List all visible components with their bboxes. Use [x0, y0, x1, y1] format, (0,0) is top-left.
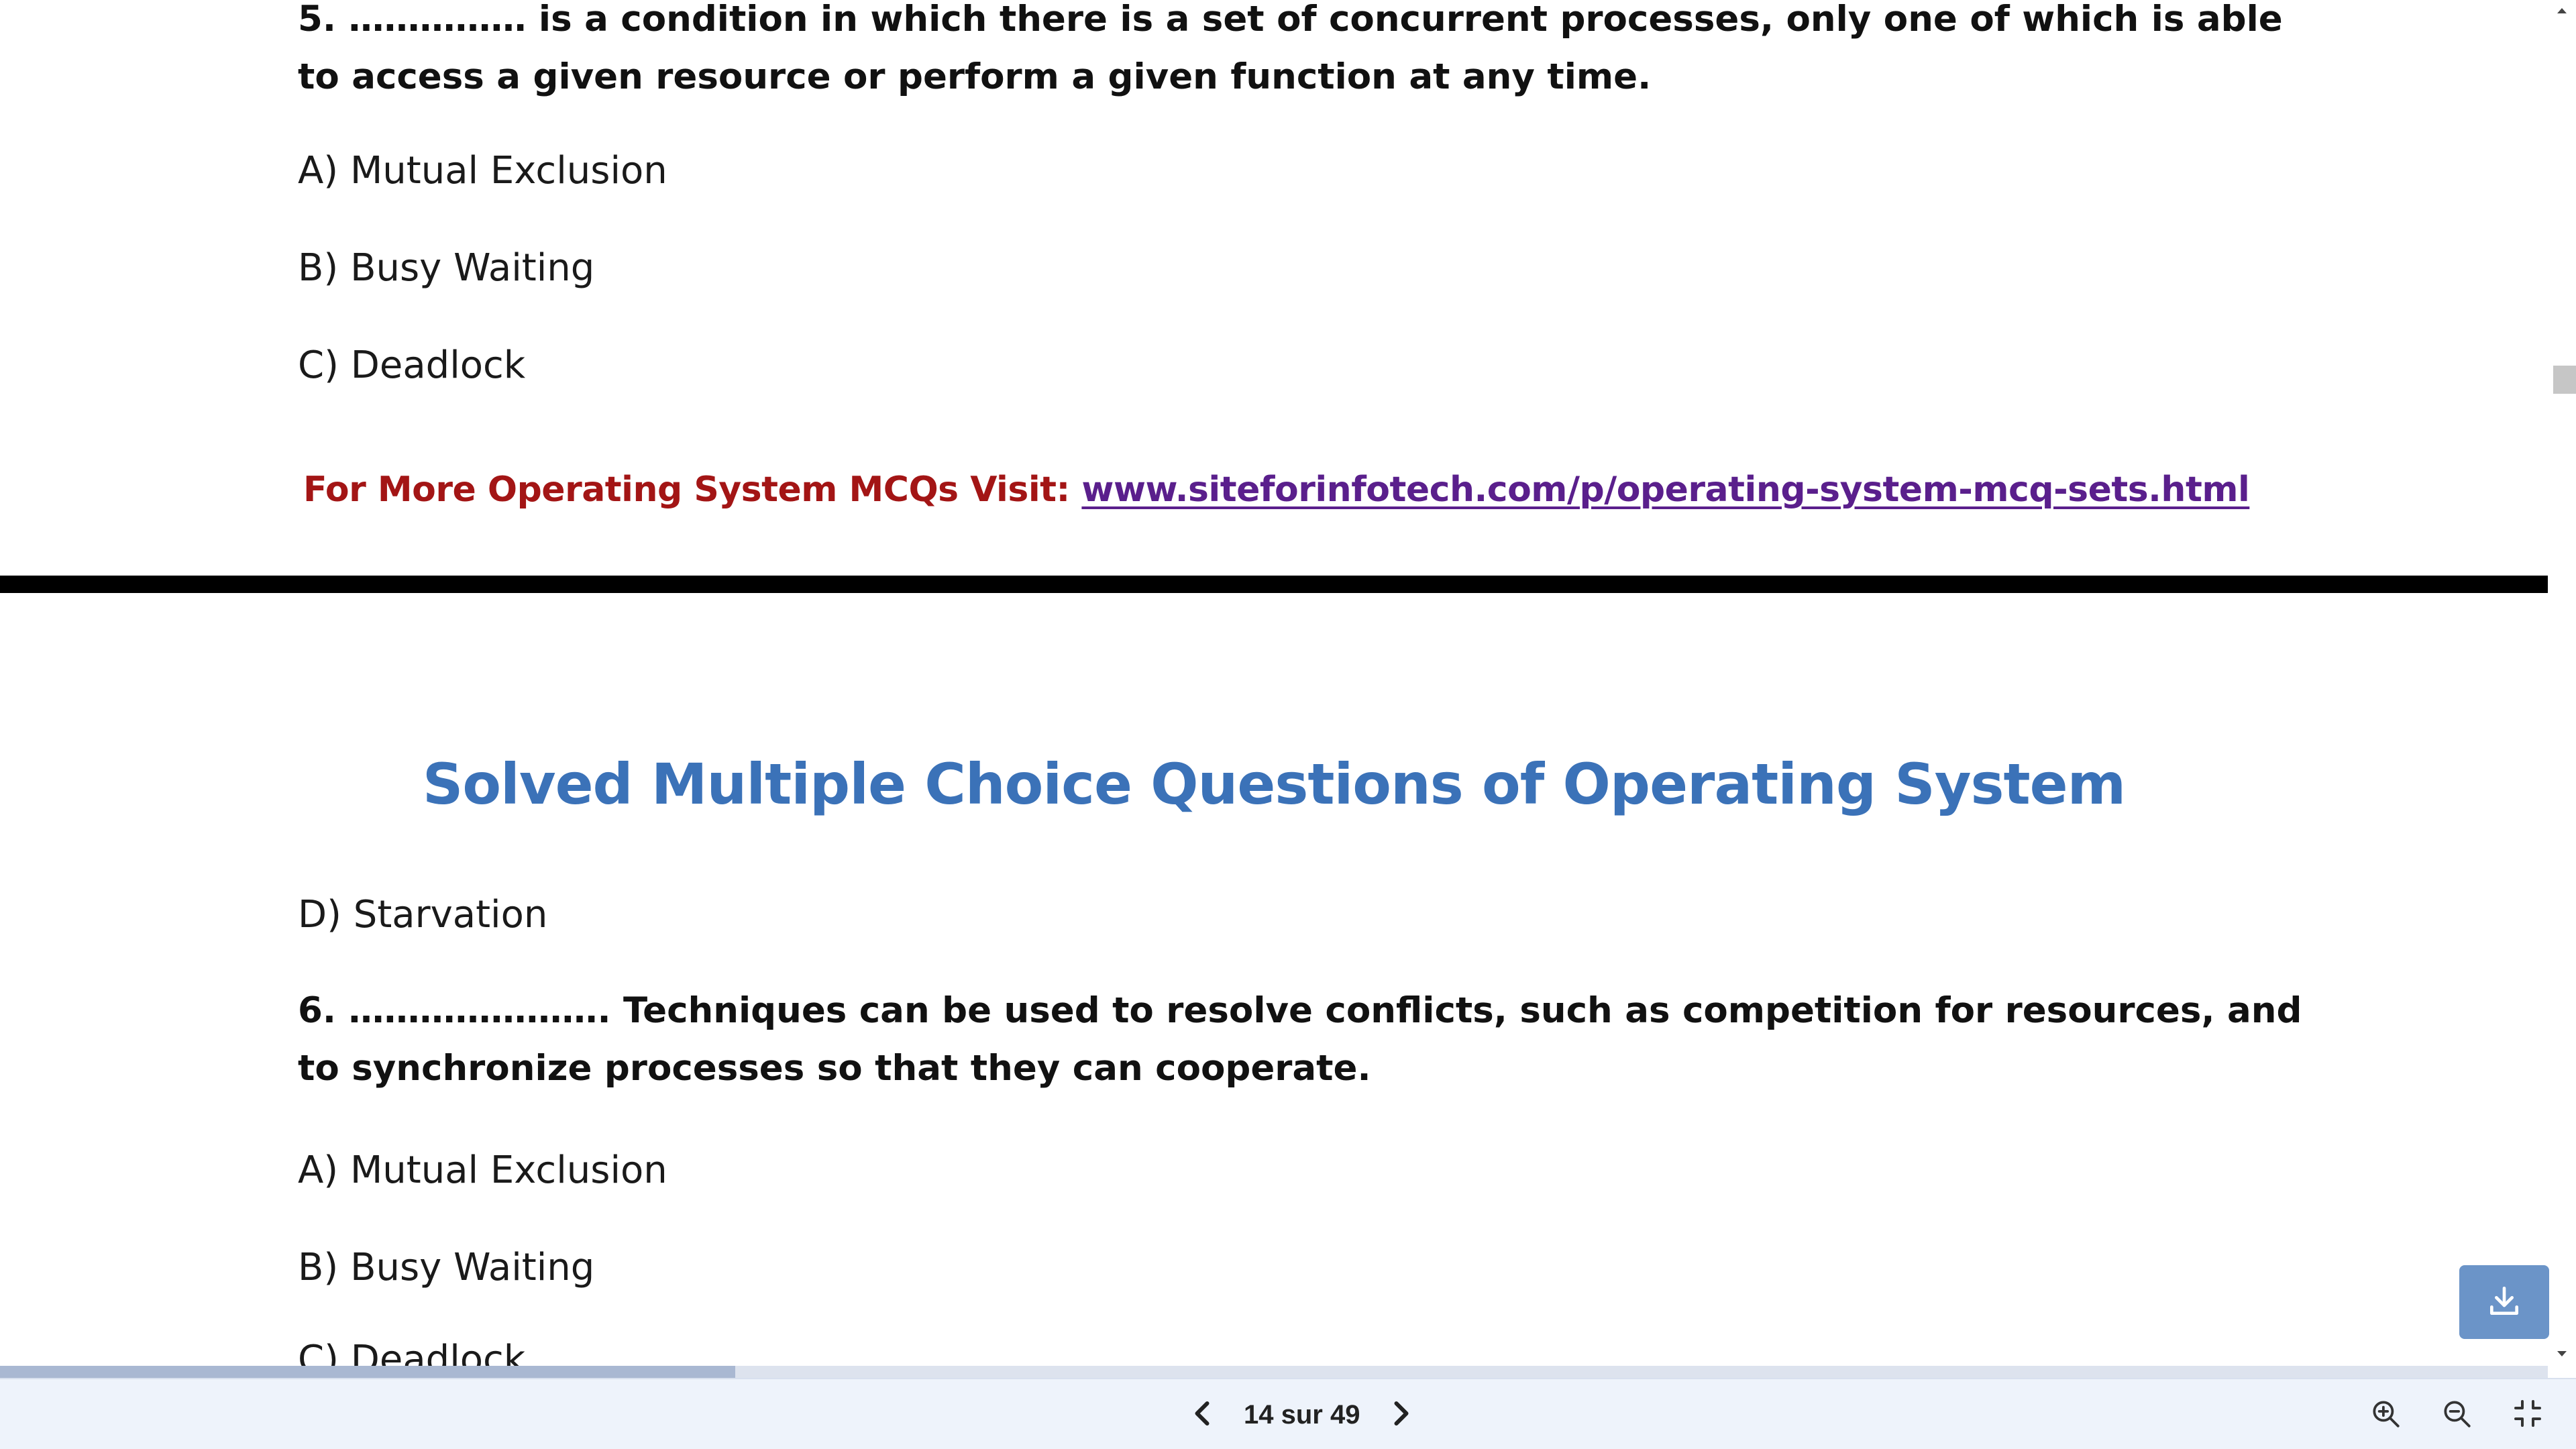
question-6-text: 6. …………………. Techniques can be used to re…	[298, 990, 2302, 1089]
option-a: A) Mutual Exclusion	[298, 1148, 667, 1192]
page-indicator: 14 sur 49	[1244, 1399, 1360, 1430]
zoom-in-icon	[2369, 1397, 2402, 1433]
next-page-button[interactable]	[1380, 1393, 1423, 1436]
prev-page-button[interactable]	[1181, 1393, 1224, 1436]
pdf-page: Solved Multiple Choice Questions of Oper…	[0, 593, 2548, 1366]
option-d: D) Starvation	[298, 893, 548, 936]
page-header-title: Solved Multiple Choice Questions of Oper…	[422, 751, 2126, 817]
zoom-controls	[2364, 1379, 2549, 1449]
option-b: B) Busy Waiting	[298, 1246, 595, 1289]
promo-link[interactable]: www.siteforinfotech.com/p/operating-syst…	[1081, 470, 2249, 510]
zoom-out-icon	[2440, 1397, 2473, 1433]
zoom-in-button[interactable]	[2364, 1393, 2407, 1436]
download-icon	[2485, 1282, 2523, 1322]
promo-line: For More Operating System MCQs Visit: ww…	[303, 466, 2250, 513]
horizontal-scrollbar-thumb[interactable]	[0, 1366, 735, 1378]
chevron-right-icon	[1391, 1400, 1411, 1430]
exit-fullscreen-icon	[2512, 1397, 2544, 1432]
promo-label: For More Operating System MCQs Visit:	[303, 470, 1082, 510]
chevron-left-icon	[1192, 1400, 1212, 1430]
page-navigation: 14 sur 49	[1181, 1379, 1423, 1449]
option-a: A) Mutual Exclusion	[298, 149, 667, 193]
vertical-scrollbar-thumb[interactable]	[2553, 366, 2576, 394]
download-button[interactable]	[2459, 1265, 2549, 1339]
horizontal-scrollbar[interactable]	[0, 1366, 2548, 1378]
bottom-toolbar: 14 sur 49	[0, 1378, 2576, 1449]
option-b: B) Busy Waiting	[298, 246, 595, 290]
page-separator	[0, 576, 2548, 593]
vertical-scrollbar[interactable]	[2548, 0, 2576, 1366]
option-c: C) Deadlock	[298, 343, 526, 387]
pdf-viewer: 5. …………… is a condition in which there i…	[0, 0, 2576, 1449]
scroll-down-icon[interactable]	[2548, 1343, 2576, 1363]
zoom-out-button[interactable]	[2435, 1393, 2478, 1436]
document-area[interactable]: 5. …………… is a condition in which there i…	[0, 0, 2548, 1366]
pdf-page: 5. …………… is a condition in which there i…	[0, 0, 2548, 576]
exit-fullscreen-button[interactable]	[2506, 1393, 2549, 1436]
question-5-text: 5. …………… is a condition in which there i…	[298, 0, 2283, 97]
option-c: C) Deadlock	[298, 1338, 526, 1366]
scroll-up-icon[interactable]	[2548, 0, 2576, 20]
